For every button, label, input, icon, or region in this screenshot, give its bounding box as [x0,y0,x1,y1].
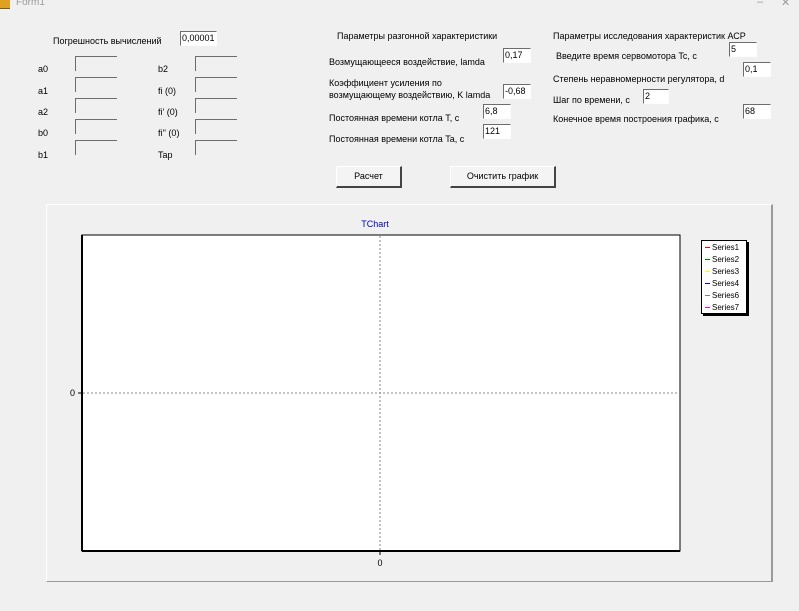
x-tick-label: 0 [377,558,382,568]
chart-title: TChart [361,219,389,229]
legend-label: Series1 [712,243,740,252]
chart-legend: Series1 Series2 Series3 Series4 Series6 Serie… [701,240,747,314]
chart: TChart 0 0 [70,219,681,568]
legend-item: Series6 [705,291,739,300]
legend-label: Series4 [712,279,740,288]
legend-item: Series2 [705,255,739,264]
legend-swatch [705,295,710,297]
legend-item: Series3 [705,267,739,276]
legend-label: Series2 [712,255,740,264]
legend-item: Series4 [705,279,739,288]
y-tick-label: 0 [70,388,75,398]
legend-swatch [705,283,710,285]
legend-label: Series7 [712,303,740,312]
legend-swatch [705,247,710,249]
legend-item: Series7 [705,303,739,312]
legend-swatch [705,259,710,261]
legend-swatch [705,307,710,309]
legend-item: Series1 [705,243,739,252]
legend-label: Series6 [712,291,740,300]
legend-label: Series3 [712,267,740,276]
legend-swatch [705,271,710,273]
